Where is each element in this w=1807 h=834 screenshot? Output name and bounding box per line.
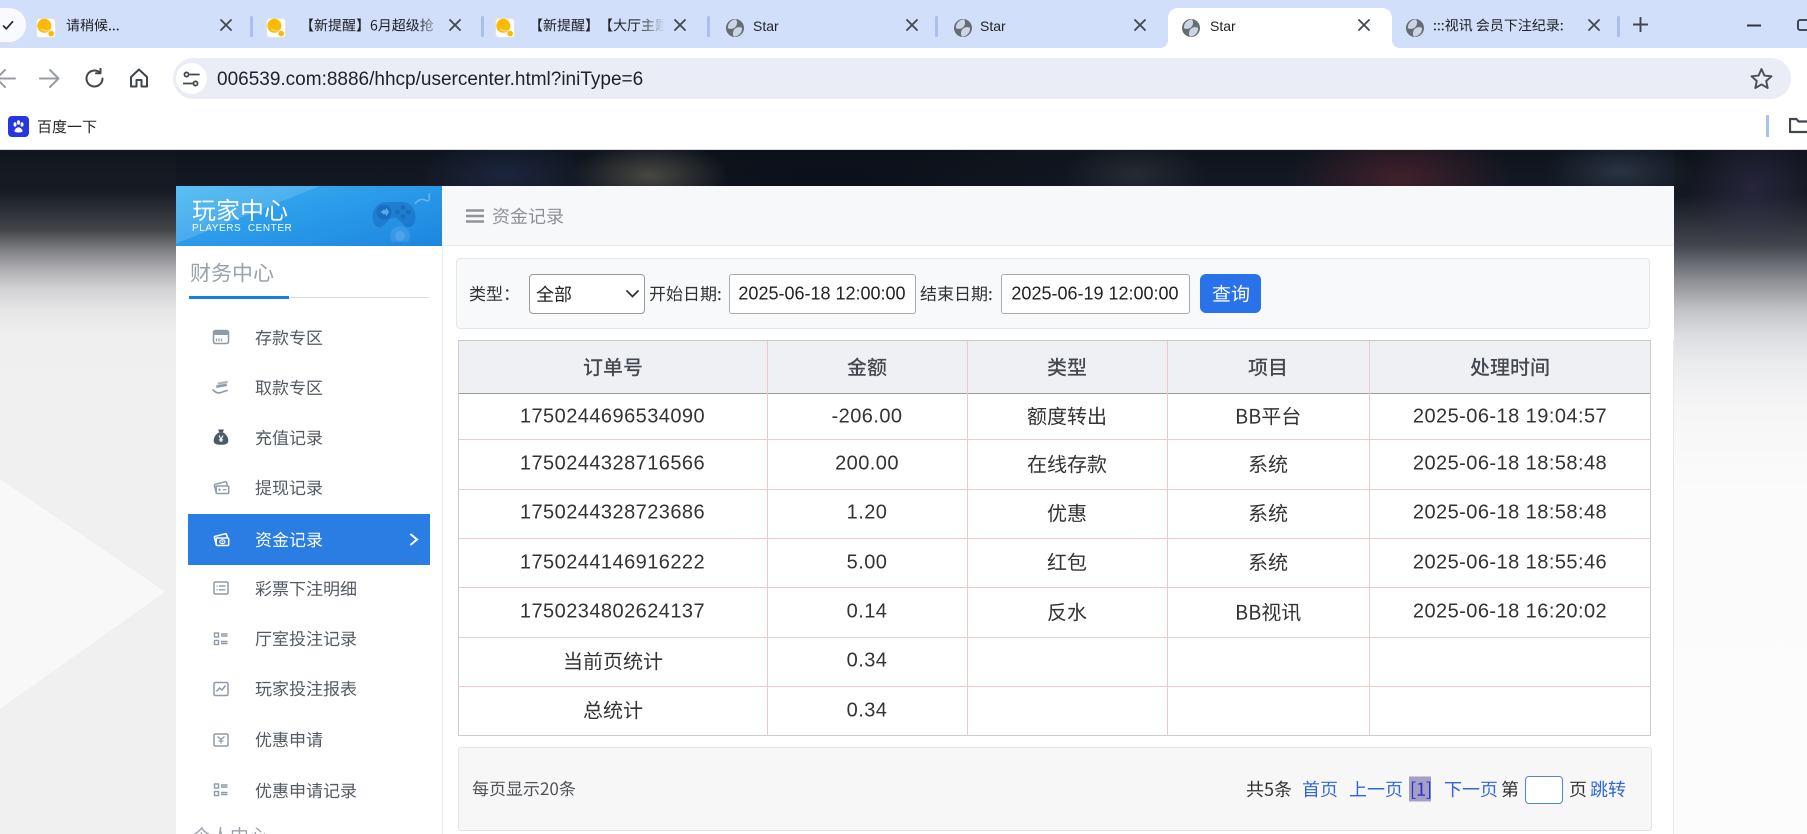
svg-text:¥: ¥ [218,434,223,444]
